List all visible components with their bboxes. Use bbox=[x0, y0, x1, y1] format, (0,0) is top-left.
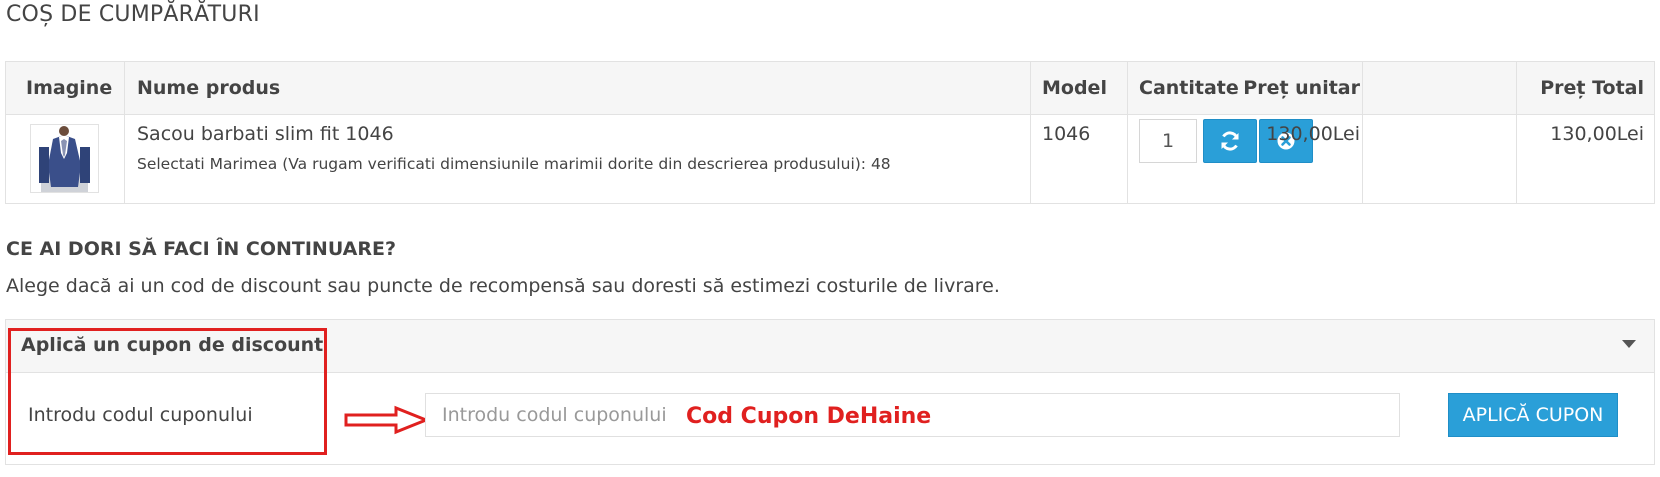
product-model: 1046 bbox=[1042, 123, 1091, 145]
header-model: Model bbox=[1042, 77, 1107, 99]
refresh-icon bbox=[1221, 131, 1239, 151]
unit-price: 130,00Lei bbox=[1266, 123, 1360, 145]
header-quantity: Cantitate bbox=[1139, 77, 1239, 99]
page-title: COȘ DE CUMPĂRĂTURI bbox=[6, 2, 260, 27]
column-divider bbox=[1030, 62, 1031, 203]
header-unit-price: Preț unitar bbox=[1243, 77, 1360, 99]
product-thumbnail[interactable] bbox=[30, 124, 99, 193]
product-option: Selectati Marimea (Va rugam verificati d… bbox=[137, 155, 891, 173]
arrow-right-icon bbox=[344, 405, 430, 435]
product-name[interactable]: Sacou barbati slim fit 1046 bbox=[137, 123, 394, 145]
header-image: Imagine bbox=[26, 77, 113, 99]
column-divider bbox=[1362, 62, 1363, 203]
next-steps-title: CE AI DORI SĂ FACI ÎN CONTINUARE? bbox=[6, 238, 396, 260]
highlight-box bbox=[8, 328, 327, 455]
total-price: 130,00Lei bbox=[1550, 123, 1644, 145]
cart-table: Imagine Nume produs Model Cantitate Preț… bbox=[5, 61, 1655, 204]
column-divider bbox=[124, 62, 125, 203]
caret-down-icon[interactable] bbox=[1622, 340, 1636, 348]
update-quantity-button[interactable] bbox=[1203, 119, 1257, 163]
column-divider bbox=[1127, 62, 1128, 203]
apply-coupon-button[interactable]: APLICĂ CUPON bbox=[1448, 393, 1618, 437]
jacket-image-icon bbox=[31, 125, 98, 192]
coupon-annotation: Cod Cupon DeHaine bbox=[686, 404, 932, 429]
header-total-price: Preț Total bbox=[1540, 77, 1644, 99]
column-divider bbox=[1516, 62, 1517, 203]
header-product-name: Nume produs bbox=[137, 77, 281, 99]
quantity-input[interactable]: 1 bbox=[1139, 119, 1197, 163]
next-steps-description: Alege dacă ai un cod de discount sau pun… bbox=[6, 275, 1000, 297]
